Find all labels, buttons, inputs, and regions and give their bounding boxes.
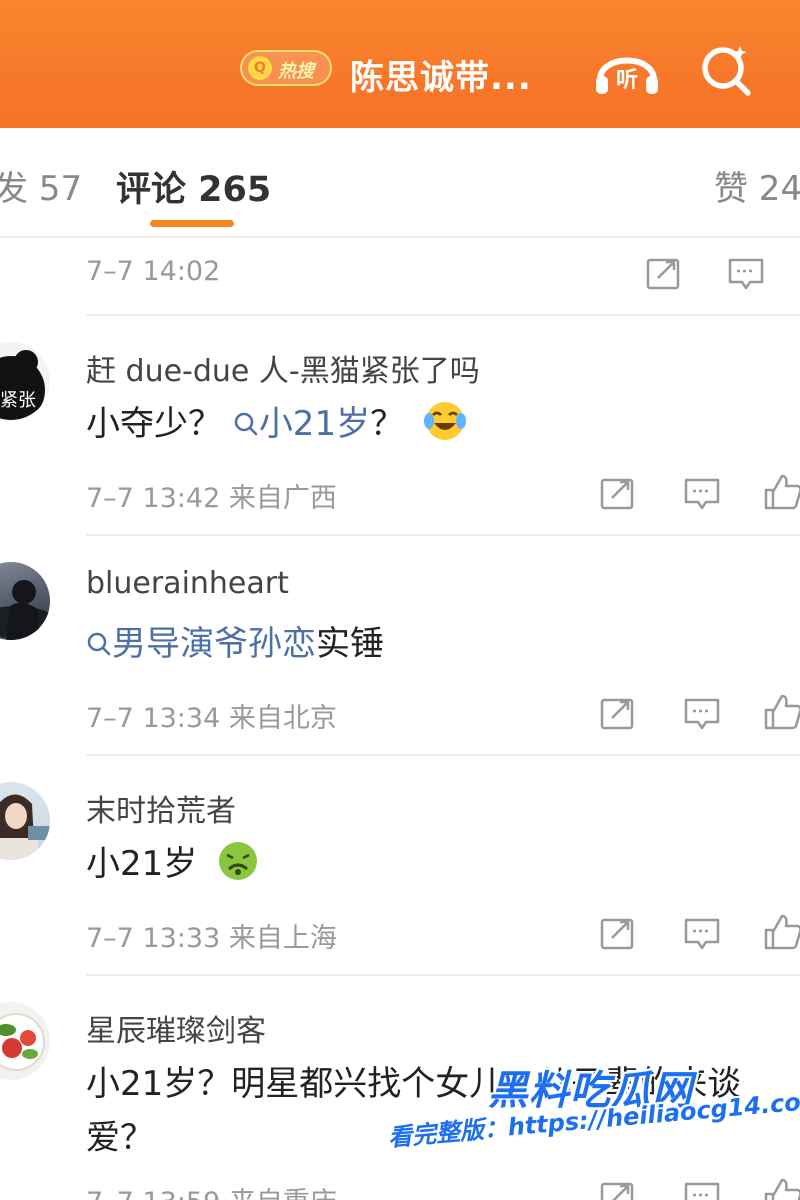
listen-button[interactable]: 听 xyxy=(592,40,662,100)
hot-search-badge[interactable]: Q 热搜 xyxy=(240,50,332,86)
comment-author[interactable]: bluerainheart xyxy=(86,566,289,601)
comment-text-part: 小21岁 xyxy=(86,844,198,884)
topic-link[interactable]: 小21岁 xyxy=(233,404,370,444)
topic-label: 男导演爷孙恋 xyxy=(112,624,316,664)
like-icon[interactable] xyxy=(762,912,800,952)
search-button[interactable] xyxy=(696,40,756,100)
top-bar: Q 热搜 陈思诚带... 听 xyxy=(0,0,800,128)
comment-item: bluerainheart 男导演爷孙恋实锤 7–7 13:34 来自北京 xyxy=(0,536,800,754)
share-icon[interactable] xyxy=(598,694,638,734)
food-avatar-icon xyxy=(0,1013,45,1071)
comment-text-part: ？ xyxy=(370,404,405,444)
avatar[interactable] xyxy=(0,782,50,860)
comment-meta: 7–7 13:33 来自上海 xyxy=(86,923,337,954)
reply-icon[interactable] xyxy=(682,1178,722,1200)
page-title[interactable]: 陈思诚带... xyxy=(350,50,532,99)
comment-meta: 7–7 13:34 来自北京 xyxy=(86,703,337,734)
comment-text: 男导演爷孙恋实锤 xyxy=(86,618,384,670)
comment-meta: 7–7 14:02 xyxy=(86,256,221,287)
tab-bar: 发 57 评论 265 赞 24 xyxy=(0,128,800,236)
silhouette-avatar-icon xyxy=(0,580,50,640)
avatar[interactable] xyxy=(0,1002,50,1080)
hot-search-label: 热搜 xyxy=(278,61,314,82)
comment-text-part: 小夺少？ xyxy=(86,404,222,444)
active-tab-indicator xyxy=(150,220,234,227)
comment-item: 末时拾荒者 小21岁 7–7 13:33 来自上海 xyxy=(0,756,800,974)
like-icon[interactable] xyxy=(762,1176,800,1200)
reply-icon[interactable] xyxy=(682,474,722,514)
avatar[interactable]: 紧张 xyxy=(0,342,50,420)
topic-label: 小21岁 xyxy=(258,404,371,444)
reply-icon[interactable] xyxy=(726,254,766,294)
black-cat-avatar-icon: 紧张 xyxy=(0,350,45,420)
comment-text: 小夺少？ 小21岁？ xyxy=(86,398,467,450)
share-icon[interactable] xyxy=(598,914,638,954)
topic-link[interactable]: 男导演爷孙恋 xyxy=(86,624,316,664)
search-icon xyxy=(702,46,751,96)
laughing-crying-emoji-icon xyxy=(423,402,466,440)
avatar-text: 紧张 xyxy=(0,390,36,411)
share-icon[interactable] xyxy=(598,474,638,514)
comment-text: 小21岁 xyxy=(86,838,260,890)
topic-search-icon xyxy=(87,632,111,656)
comment-text-line: 爱？ xyxy=(86,1118,154,1158)
illustrated-girl-avatar-icon xyxy=(0,794,50,860)
like-icon[interactable] xyxy=(762,692,800,732)
sick-face-emoji-icon xyxy=(219,842,258,880)
comment-author[interactable]: 赶 due-due 人-黑猫紧张了吗 xyxy=(86,346,480,390)
topic-search-icon xyxy=(234,412,258,436)
reply-icon[interactable] xyxy=(682,914,722,954)
reply-icon[interactable] xyxy=(682,694,722,734)
comment-meta: 7–7 13:59 来自重庆 xyxy=(86,1180,337,1200)
comment-author[interactable]: 末时拾荒者 xyxy=(86,786,236,830)
hot-search-icon: Q xyxy=(248,56,272,80)
headphones-icon: 听 xyxy=(596,57,658,94)
comment-item: 7–7 14:02 xyxy=(0,238,800,316)
comment-item: 紧张 赶 due-due 人-黑猫紧张了吗 小夺少？ 小21岁？ 7–7 13:… xyxy=(0,316,800,534)
comment-meta: 7–7 13:42 来自广西 xyxy=(86,483,337,514)
tab-like[interactable]: 赞 24 xyxy=(714,161,800,210)
tab-repost[interactable]: 发 57 xyxy=(0,161,82,210)
like-icon[interactable] xyxy=(762,472,800,512)
share-icon[interactable] xyxy=(644,254,684,294)
avatar[interactable] xyxy=(0,562,50,640)
comment-author[interactable]: 星辰璀璨剑客 xyxy=(86,1006,266,1050)
share-icon[interactable] xyxy=(598,1178,638,1200)
tab-comment[interactable]: 评论 265 xyxy=(116,161,271,212)
listen-label: 听 xyxy=(616,68,638,93)
comment-text-part: 实锤 xyxy=(316,624,384,664)
